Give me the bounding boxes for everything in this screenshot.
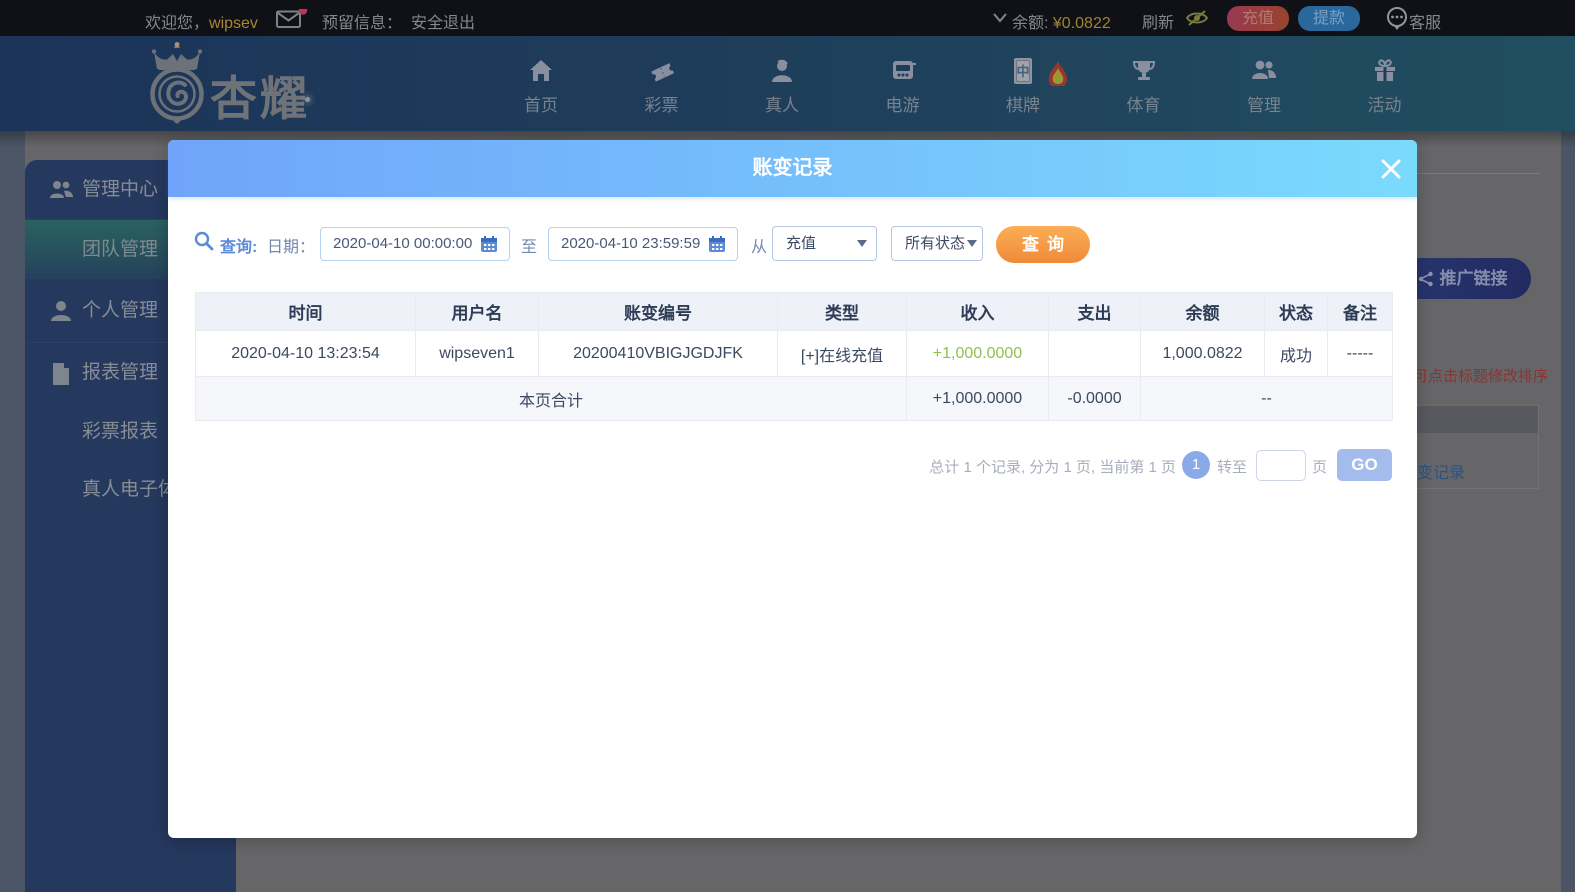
svg-text:中: 中 [1016,64,1029,79]
